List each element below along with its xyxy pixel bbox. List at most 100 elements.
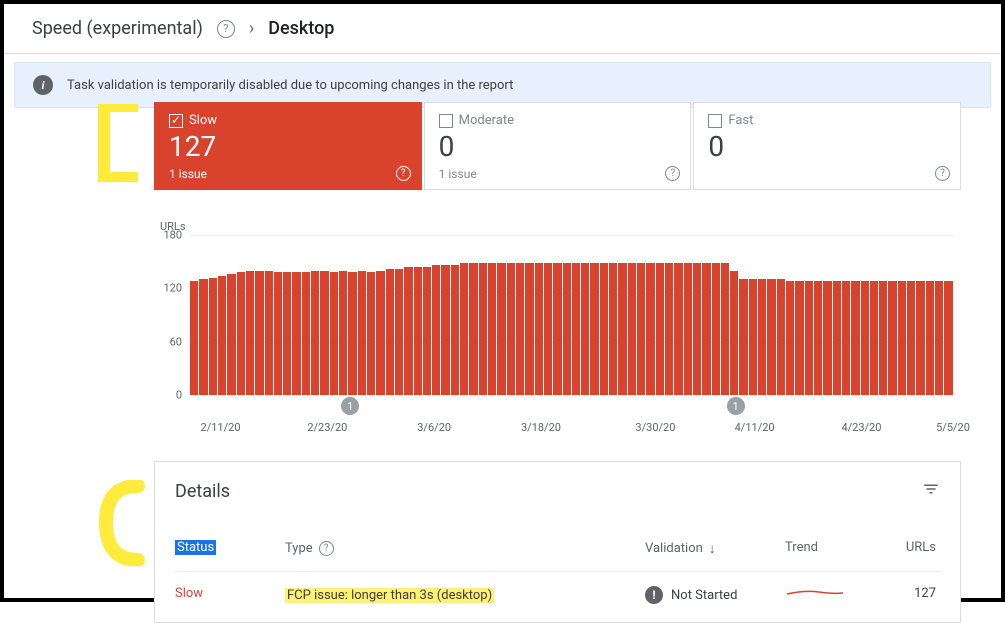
chart-bar <box>805 281 813 395</box>
chart-bar <box>488 263 496 395</box>
chart-bar <box>469 263 477 395</box>
chart-bar <box>553 263 561 395</box>
help-icon[interactable]: ? <box>396 166 411 181</box>
filter-icon[interactable] <box>922 480 940 502</box>
chart-bar <box>823 281 831 395</box>
chart-bar <box>274 272 282 395</box>
chart-bar <box>292 272 300 395</box>
chart-bar <box>348 272 356 395</box>
chart-bar <box>618 263 626 395</box>
chart-marker[interactable]: 1 <box>727 397 745 415</box>
chart-bar <box>944 281 952 395</box>
chart-bar <box>730 271 738 395</box>
chart-bar <box>842 281 850 395</box>
chart-bar <box>414 267 422 395</box>
chart-bar <box>311 271 319 395</box>
annotation-bracket-2 <box>98 480 146 566</box>
chart-bar <box>227 274 235 395</box>
annotation-bracket-1 <box>98 104 138 182</box>
chart-bar <box>684 263 692 395</box>
card-moderate[interactable]: Moderate 0 1 issue ? <box>424 102 692 190</box>
card-fast[interactable]: Fast 0 ? <box>693 102 961 190</box>
chart-bar <box>646 263 654 395</box>
chart-bar <box>786 281 794 395</box>
chart-bar <box>758 279 766 395</box>
chart-bar <box>246 271 254 395</box>
chart-bar <box>320 271 328 395</box>
chart-bar <box>581 263 589 395</box>
table-row[interactable]: Slow FCP issue: longer than 3s (desktop)… <box>175 571 940 604</box>
banner-text: Task validation is temporarily disabled … <box>67 78 513 93</box>
chart-bar <box>739 279 747 395</box>
help-icon[interactable]: ? <box>319 541 334 556</box>
chart-bar <box>451 265 459 395</box>
chart-bar <box>712 263 720 395</box>
col-status[interactable]: Status <box>175 540 216 555</box>
chart-bar <box>935 281 943 395</box>
chart-bar <box>237 272 245 395</box>
chart-bar <box>563 263 571 395</box>
chart-bar <box>535 263 543 395</box>
chart-bar <box>851 281 859 395</box>
chart-bar <box>367 272 375 395</box>
col-trend[interactable]: Trend <box>785 540 905 557</box>
chart-bar <box>600 263 608 395</box>
chart-bar <box>209 278 217 395</box>
details-title: Details <box>175 481 230 502</box>
chart-bar <box>190 281 198 395</box>
chart-bar <box>507 263 515 395</box>
card-moderate-value: 0 <box>439 130 677 163</box>
card-slow[interactable]: Slow 127 1 issue ? <box>154 102 422 190</box>
breadcrumb-header: Speed (experimental) ? › Desktop <box>4 4 1001 54</box>
col-urls[interactable]: URLs <box>905 540 940 557</box>
chart-bar <box>795 281 803 395</box>
chart-bar <box>302 272 310 395</box>
row-trend <box>785 586 905 604</box>
table-header: Status Type? Validation ↓ Trend URLs <box>175 540 940 567</box>
row-urls: 127 <box>905 586 940 604</box>
chart-bar <box>544 263 552 395</box>
page-title: Speed (experimental) <box>32 18 203 39</box>
checkbox-icon <box>439 114 453 128</box>
chart-bar <box>330 272 338 395</box>
chart-bar <box>395 269 403 395</box>
card-slow-sub: 1 issue <box>169 167 407 181</box>
col-type[interactable]: Type <box>285 541 313 556</box>
chart-bar <box>879 281 887 395</box>
chart-bar <box>833 281 841 395</box>
col-validation[interactable]: Validation <box>645 541 703 556</box>
chart-bar <box>386 269 394 395</box>
chevron-right-icon: › <box>249 18 254 39</box>
chart-bar <box>861 281 869 395</box>
row-type: FCP issue: longer than 3s (desktop) <box>285 588 494 603</box>
chart-bar <box>497 263 505 395</box>
chart-bar <box>432 265 440 395</box>
chart-bar <box>255 271 263 395</box>
chart-bar <box>218 276 226 395</box>
sort-down-icon[interactable]: ↓ <box>709 540 716 557</box>
chart-bar <box>590 263 598 395</box>
help-icon[interactable]: ? <box>935 166 950 181</box>
help-icon[interactable]: ? <box>217 20 235 38</box>
chart-bar <box>358 271 366 395</box>
exclamation-icon: ! <box>645 586 663 604</box>
help-icon[interactable]: ? <box>665 166 680 181</box>
chart-ylabel: URLs <box>160 220 961 233</box>
chart-bar <box>460 263 468 395</box>
chart-bar <box>339 271 347 395</box>
chart-bar <box>283 272 291 395</box>
chart-bar <box>926 281 934 395</box>
chart-bar <box>665 263 673 395</box>
chart-bar <box>376 271 384 395</box>
breadcrumb-current: Desktop <box>268 18 334 39</box>
urls-chart: URLs 180120600 11 2/11/202/23/203/6/203/… <box>154 220 961 441</box>
chart-bar <box>441 265 449 395</box>
chart-bar <box>609 263 617 395</box>
chart-bar <box>777 279 785 395</box>
row-status: Slow <box>175 586 285 604</box>
chart-bar <box>907 281 915 395</box>
chart-marker[interactable]: 1 <box>341 397 359 415</box>
chart-bar <box>265 271 273 395</box>
chart-bar <box>628 263 636 395</box>
row-validation: Not Started <box>671 588 737 603</box>
